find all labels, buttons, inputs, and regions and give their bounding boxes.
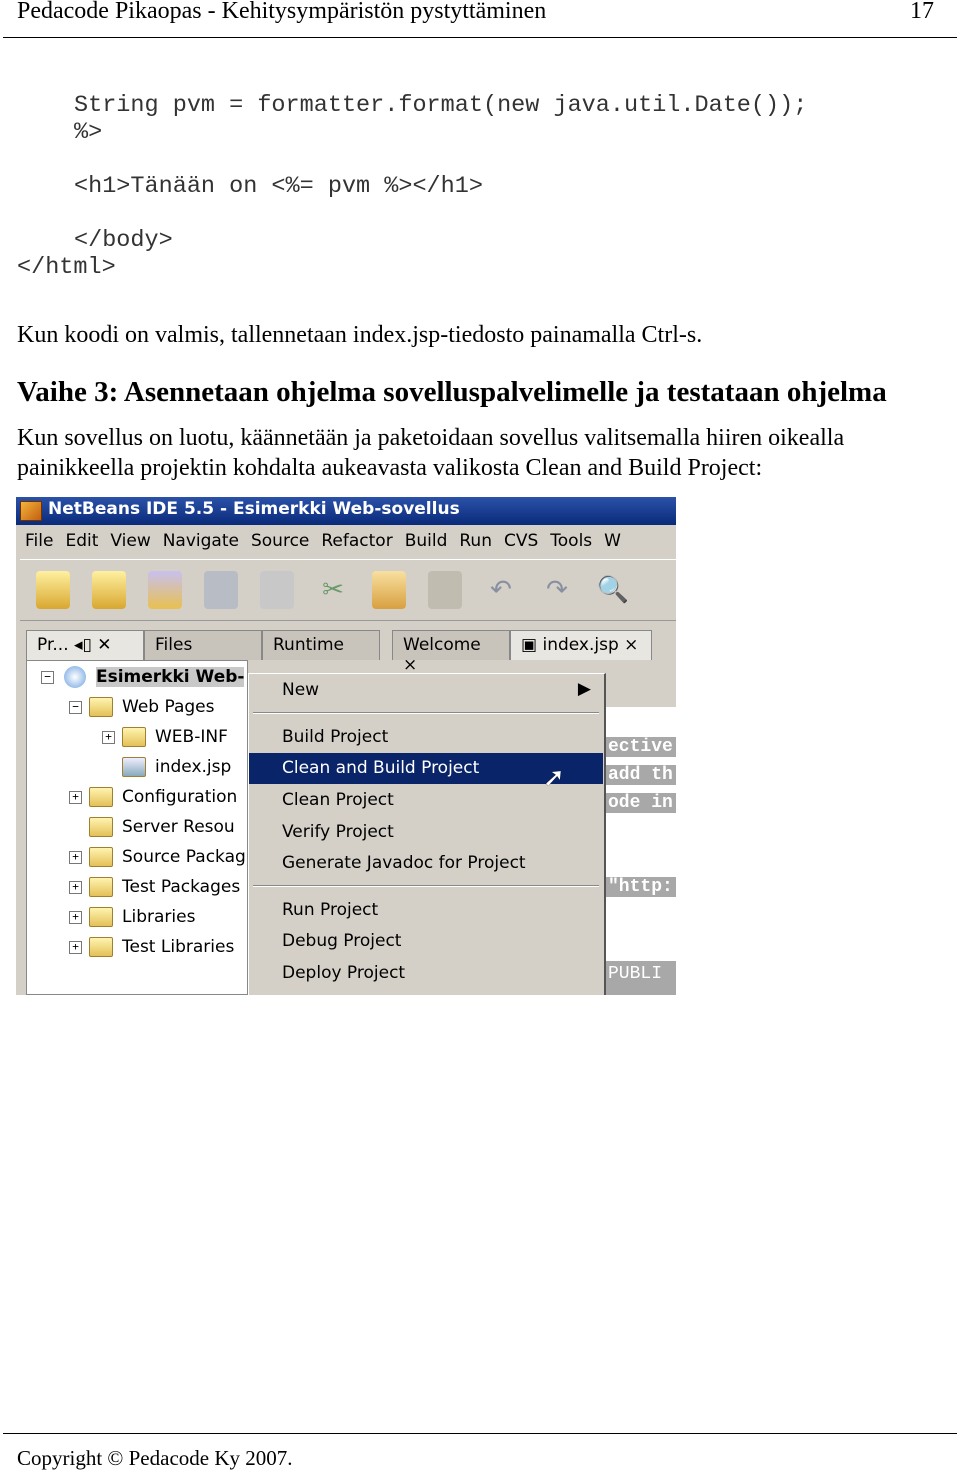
folder-icon: [89, 877, 113, 897]
copyright-footer: Copyright © Pedacode Ky 2007.: [17, 1446, 293, 1470]
project-tree: − Esimerkki Web- − Web Pages + WEB-INF inde…: [26, 660, 248, 995]
tree-item[interactable]: − Web Pages: [69, 693, 214, 721]
code-fragment: add th: [606, 765, 676, 785]
menu-item-build-project[interactable]: Build Project: [249, 722, 603, 753]
new-file-icon[interactable]: [36, 571, 70, 609]
tree-item[interactable]: index.jsp: [115, 753, 231, 781]
menu-file[interactable]: File: [25, 531, 53, 557]
section-heading: Vaihe 3: Asennetaan ohjelma sovelluspalv…: [17, 376, 887, 408]
tree-item[interactable]: + Source Packag: [69, 843, 246, 871]
code-fragment: ective: [606, 737, 676, 757]
folder-icon: [89, 847, 113, 867]
tab-runtime[interactable]: Runtime: [262, 630, 380, 660]
page-number: 17: [910, 0, 934, 24]
folder-icon: [89, 697, 113, 717]
find-icon[interactable]: [260, 571, 294, 609]
footer-rule: [3, 1433, 957, 1434]
menu-source[interactable]: Source: [251, 531, 309, 557]
netbeans-icon: [20, 501, 42, 521]
menu-item-clean-and-build[interactable]: Clean and Build Project ➚: [249, 753, 603, 793]
menu-separator: [253, 712, 599, 714]
tree-root[interactable]: − Esimerkki Web-: [41, 663, 245, 691]
code-line: <h1>Tänään on <%= pvm %></h1>: [74, 173, 483, 200]
undo-icon[interactable]: ↶: [484, 571, 518, 609]
tree-item[interactable]: + Test Packages: [69, 873, 240, 901]
paste-icon[interactable]: [428, 571, 462, 609]
toolbar: ✂ ↶ ↷ 🔍: [20, 559, 676, 621]
menu-cvs[interactable]: CVS: [504, 531, 538, 557]
tab-welcome[interactable]: Welcome ×: [392, 630, 510, 675]
code-line: </html>: [17, 254, 116, 281]
tree-item[interactable]: + Libraries: [69, 903, 195, 931]
cut-icon[interactable]: ✂: [316, 571, 350, 609]
open-project-icon[interactable]: [148, 571, 182, 609]
menu-bar: File Edit View Navigate Source Refactor …: [16, 525, 676, 557]
menu-item-debug-project[interactable]: Debug Project: [249, 926, 603, 957]
folder-icon: [89, 787, 113, 807]
tree-item[interactable]: + WEB-INF: [102, 723, 228, 751]
tab-projects[interactable]: Pr... ◂▯ ✕: [26, 630, 144, 660]
menu-tools[interactable]: Tools: [550, 531, 592, 557]
folder-icon: [89, 937, 113, 957]
left-panel-tabs: Pr... ◂▯ ✕ Files Runtime: [26, 630, 380, 660]
menu-item-run-project[interactable]: Run Project: [249, 895, 603, 926]
code-line: </body>: [74, 227, 173, 254]
editor-tabs: Welcome × ▣ index.jsp ×: [392, 630, 652, 675]
paragraph: Kun koodi on valmis, tallennetaan index.…: [17, 322, 703, 348]
code-line: %>: [74, 119, 103, 146]
menu-item-verify-project[interactable]: Verify Project: [249, 817, 603, 848]
paragraph-line: Kun sovellus on luotu, käännetään ja pak…: [17, 425, 845, 451]
code-line: String pvm = formatter.format(new java.u…: [74, 92, 808, 119]
code-fragment: ode in: [606, 793, 676, 813]
netbeans-screenshot: NetBeans IDE 5.5 - Esimerkki Web-sovellu…: [16, 497, 676, 995]
code-fragment: "http:: [606, 877, 676, 897]
folder-icon: [122, 727, 146, 747]
header-rule: [3, 37, 957, 38]
menu-item-clean-project[interactable]: Clean Project: [249, 785, 603, 816]
submenu-arrow-icon: ▶: [577, 679, 591, 699]
menu-navigate[interactable]: Navigate: [163, 531, 239, 557]
running-header: Pedacode Pikaopas - Kehitysympäristön py…: [17, 0, 547, 24]
jsp-file-icon: [122, 757, 146, 777]
paragraph-line: painikkeella projektin kohdalta aukeavas…: [17, 455, 763, 481]
tree-item[interactable]: Server Resou: [82, 813, 235, 841]
tree-item[interactable]: + Configuration: [69, 783, 237, 811]
window-title: NetBeans IDE 5.5 - Esimerkki Web-sovellu…: [48, 499, 460, 519]
menu-item-deploy-project[interactable]: Deploy Project: [249, 958, 603, 989]
window-title-bar: NetBeans IDE 5.5 - Esimerkki Web-sovellu…: [16, 497, 676, 525]
menu-item-new[interactable]: New ▶: [249, 675, 603, 706]
code-fragment: PUBLI: [606, 961, 676, 995]
redo-icon[interactable]: ↷: [540, 571, 574, 609]
menu-item-generate-javadoc[interactable]: Generate Javadoc for Project: [249, 848, 603, 879]
tab-files[interactable]: Files: [144, 630, 262, 660]
menu-view[interactable]: View: [110, 531, 150, 557]
menu-build[interactable]: Build: [405, 531, 448, 557]
menu-refactor[interactable]: Refactor: [321, 531, 392, 557]
menu-edit[interactable]: Edit: [65, 531, 98, 557]
editor-area: ective add th ode in "http: PUBLI: [606, 707, 676, 995]
tab-index-jsp[interactable]: ▣ index.jsp ×: [510, 630, 652, 660]
menu-separator: [253, 885, 599, 887]
folder-icon: [89, 817, 113, 837]
tree-item[interactable]: + Test Libraries: [69, 933, 234, 961]
search-icon[interactable]: 🔍: [596, 571, 630, 609]
folder-icon: [89, 907, 113, 927]
menu-window[interactable]: W: [604, 531, 621, 557]
menu-run[interactable]: Run: [459, 531, 492, 557]
new-project-icon[interactable]: [92, 571, 126, 609]
copy-icon[interactable]: [372, 571, 406, 609]
save-icon[interactable]: [204, 571, 238, 609]
project-icon: [64, 666, 86, 688]
context-menu: New ▶ Build Project Clean and Build Proje…: [248, 673, 606, 995]
